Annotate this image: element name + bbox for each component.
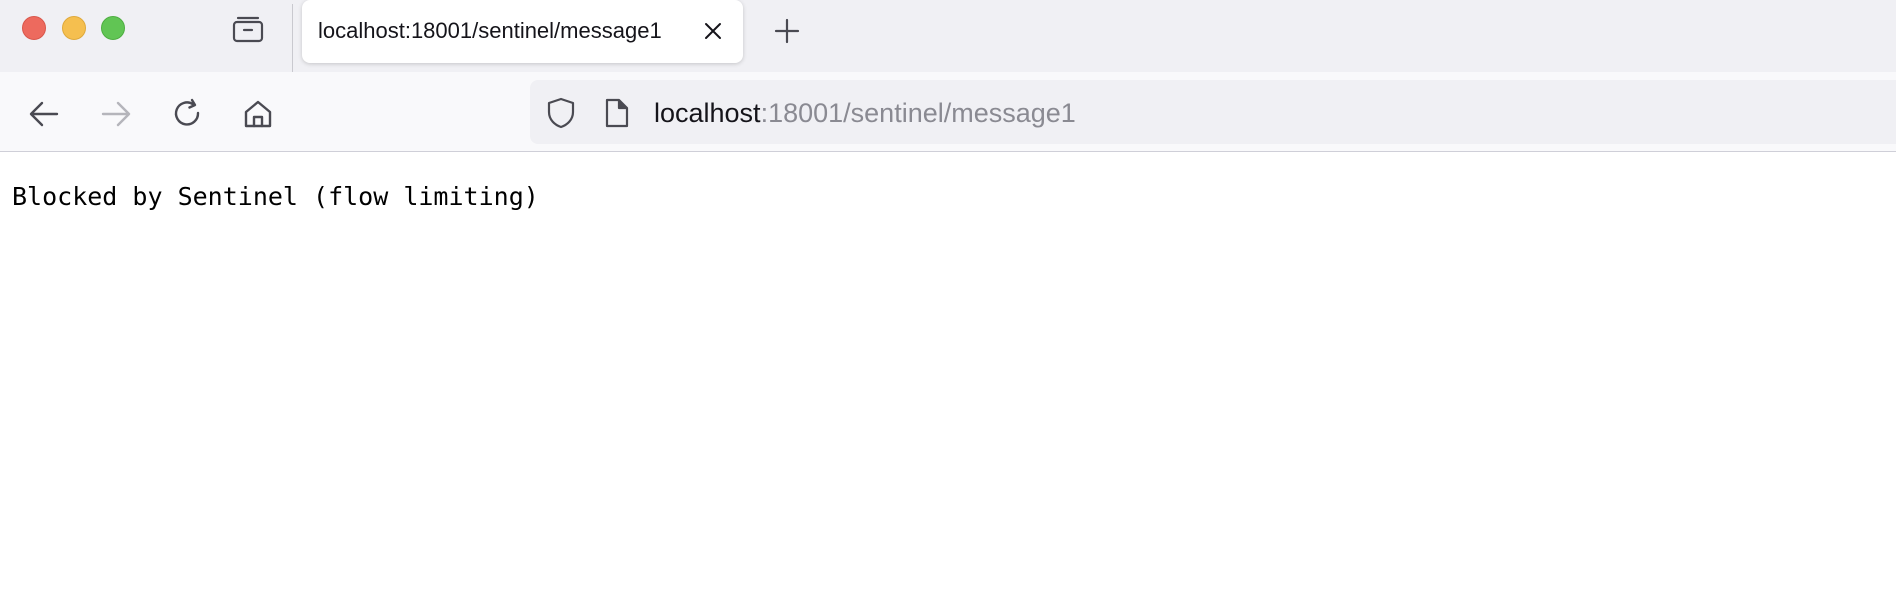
url-bar[interactable]: localhost:18001/sentinel/message1 [530,80,1896,144]
tab-active[interactable]: localhost:18001/sentinel/message1 [302,0,743,63]
url-host: localhost [654,98,761,128]
home-button[interactable] [236,92,280,136]
window-maximize-button[interactable] [101,16,125,40]
page-content: Blocked by Sentinel (flow limiting) [0,153,1896,612]
tab-strip: localhost:18001/sentinel/message1 [0,0,1896,72]
forward-button[interactable] [94,92,138,136]
tab-strip-divider [292,4,293,72]
tab-overview-icon [231,14,265,44]
tab-overview-button[interactable] [228,12,268,46]
page-icon [604,97,630,129]
new-tab-button[interactable] [767,11,807,51]
shield-icon [546,97,576,129]
url-path: :18001/sentinel/message1 [760,98,1076,128]
navigation-bar: localhost:18001/sentinel/message1 [0,72,1896,152]
tab-close-button[interactable] [694,12,732,50]
close-icon [703,21,723,41]
reload-button[interactable] [165,92,209,136]
url-text[interactable]: localhost:18001/sentinel/message1 [654,98,1076,128]
home-icon [242,98,274,130]
site-info-button[interactable] [602,96,632,130]
plus-icon [774,18,800,44]
reload-icon [171,98,203,130]
arrow-right-icon [100,100,132,128]
window-close-button[interactable] [22,16,46,40]
window-minimize-button[interactable] [62,16,86,40]
page-body-text: Blocked by Sentinel (flow limiting) [12,182,539,211]
back-button[interactable] [22,92,66,136]
tracking-protection-button[interactable] [544,96,578,130]
arrow-left-icon [28,100,60,128]
tab-title: localhost:18001/sentinel/message1 [318,18,662,43]
